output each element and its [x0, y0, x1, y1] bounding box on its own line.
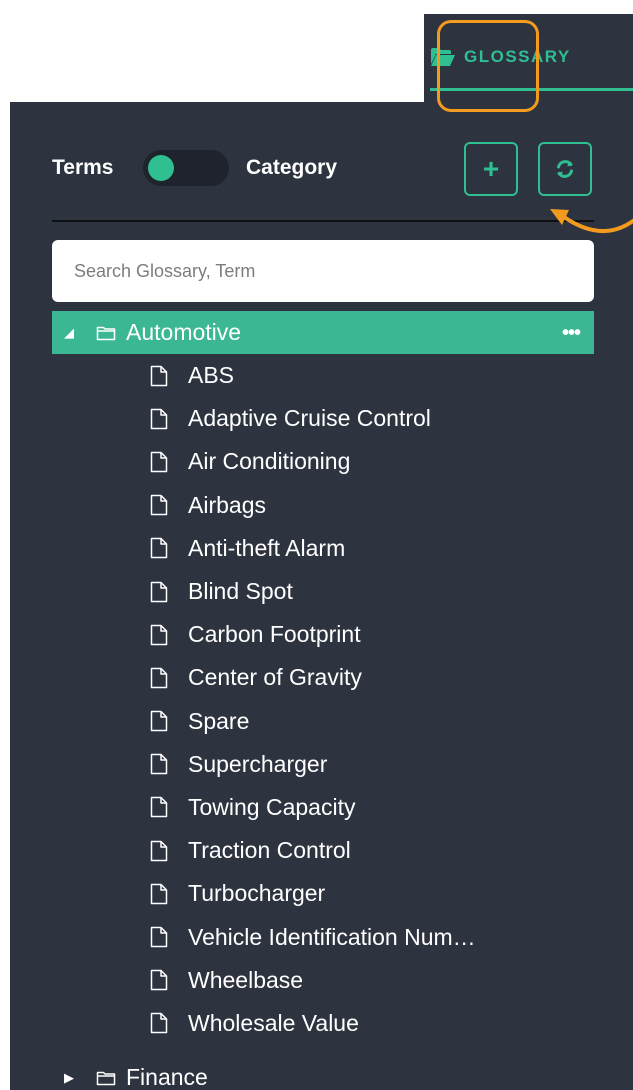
glossary-tree: ◢ Automotive ••• ABS Adaptive Cruise Cont… [52, 311, 594, 1045]
document-icon [150, 408, 178, 430]
category-row-automotive[interactable]: ◢ Automotive ••• [52, 311, 594, 354]
term-row[interactable]: Traction Control [52, 829, 594, 872]
refresh-icon [554, 158, 576, 180]
document-icon [150, 494, 178, 516]
term-label: Towing Capacity [188, 793, 356, 820]
document-icon [150, 969, 178, 991]
term-list: ABS Adaptive Cruise Control Air Conditioni… [52, 354, 594, 1045]
term-row[interactable]: Towing Capacity [52, 786, 594, 829]
document-icon [150, 840, 178, 862]
document-icon [150, 667, 178, 689]
term-label: Spare [188, 707, 250, 734]
category-label: Category [246, 156, 338, 179]
term-label: Air Conditioning [188, 448, 351, 475]
glossary-toolbar: Terms Category + [52, 142, 592, 196]
term-label: ABS [188, 362, 235, 389]
term-label: Carbon Footprint [188, 621, 361, 648]
folder-icon [86, 325, 126, 341]
document-icon [150, 624, 178, 646]
term-label: Supercharger [188, 750, 328, 777]
term-label: Anti-theft Alarm [188, 534, 346, 561]
more-options-button[interactable]: ••• [562, 323, 594, 343]
term-label: Wholesale Value [188, 1009, 359, 1036]
caret-down-icon[interactable]: ◢ [52, 325, 86, 341]
terms-category-toggle[interactable] [143, 150, 229, 186]
term-row[interactable]: Wholesale Value [52, 1002, 594, 1045]
term-row[interactable]: Turbocharger [52, 872, 594, 915]
term-label: Vehicle Identification Num… [188, 923, 476, 950]
document-icon [150, 581, 178, 603]
term-label: Airbags [188, 491, 266, 518]
term-row[interactable]: Adaptive Cruise Control [52, 397, 594, 440]
document-icon [150, 883, 178, 905]
folder-icon [86, 1070, 126, 1086]
caret-right-icon[interactable]: ▶ [52, 1070, 86, 1086]
category-label-finance: Finance [126, 1064, 208, 1090]
category-row-finance[interactable]: ▶ Finance [52, 1056, 594, 1090]
document-icon [150, 753, 178, 775]
term-label: Traction Control [188, 837, 351, 864]
term-row[interactable]: Spare [52, 700, 594, 743]
term-label: Wheelbase [188, 966, 304, 993]
term-row[interactable]: Anti-theft Alarm [52, 527, 594, 570]
term-label: Turbocharger [188, 880, 326, 907]
term-row[interactable]: Supercharger [52, 743, 594, 786]
document-icon [150, 365, 178, 387]
term-row[interactable]: Blind Spot [52, 570, 594, 613]
term-label: Center of Gravity [188, 664, 362, 691]
category-label-automotive: Automotive [126, 319, 242, 345]
glossary-panel: Terms Category + Search Glossary, Term ◢… [10, 102, 633, 1090]
page: GLOSSARY Terms Category + Search Glossar… [0, 0, 633, 1090]
search-input[interactable] [52, 240, 594, 302]
toolbar-divider [52, 220, 594, 222]
term-row[interactable]: Vehicle Identification Num… [52, 915, 594, 958]
term-row[interactable]: Air Conditioning [52, 440, 594, 483]
add-button-label: + [482, 153, 500, 184]
annotation-arrow-icon [550, 209, 633, 234]
add-button-highlight [437, 20, 539, 112]
term-row[interactable]: Wheelbase [52, 959, 594, 1002]
finance-row-wrapper: ▶ Finance [52, 1056, 594, 1090]
term-row[interactable]: ABS [52, 354, 594, 397]
term-row[interactable]: Center of Gravity [52, 656, 594, 699]
document-icon [150, 1012, 178, 1034]
document-icon [150, 710, 178, 732]
term-label: Blind Spot [188, 578, 293, 605]
terms-label: Terms [52, 156, 114, 179]
document-icon [150, 537, 178, 559]
add-button[interactable]: + [464, 142, 518, 196]
document-icon [150, 926, 178, 948]
toggle-knob [148, 155, 174, 181]
term-row[interactable]: Airbags [52, 484, 594, 527]
document-icon [150, 451, 178, 473]
term-row[interactable]: Carbon Footprint [52, 613, 594, 656]
document-icon [150, 796, 178, 818]
refresh-button[interactable] [538, 142, 592, 196]
term-label: Adaptive Cruise Control [188, 405, 431, 432]
